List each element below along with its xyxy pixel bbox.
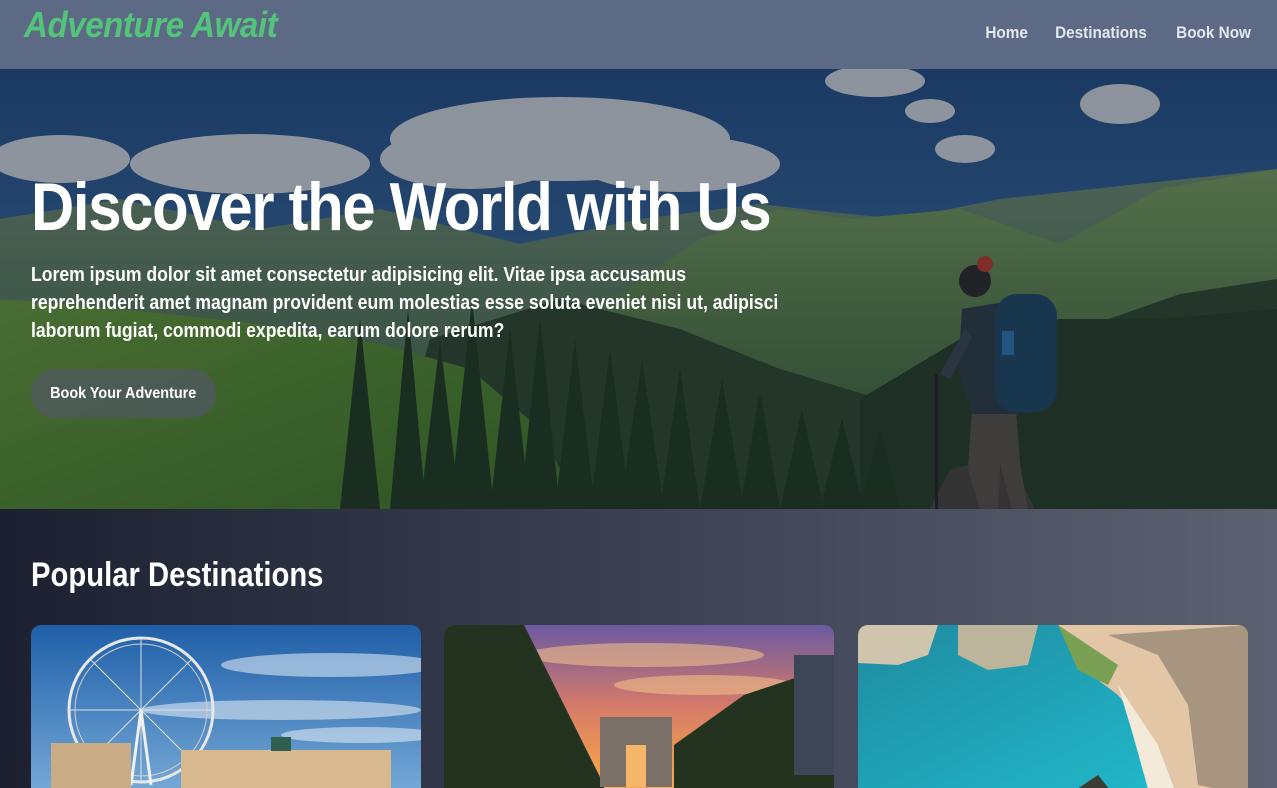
nav-destinations-link[interactable]: Destinations bbox=[1055, 23, 1147, 43]
tropical-beach-image bbox=[858, 625, 1248, 788]
book-adventure-button-label: Book Your Adventure bbox=[50, 384, 197, 402]
destination-card-london[interactable] bbox=[31, 625, 421, 788]
book-adventure-button[interactable]: Book Your Adventure bbox=[31, 369, 216, 418]
destination-card-beach[interactable] bbox=[858, 625, 1248, 788]
hero-section: Discover the World with Us Lorem ipsum d… bbox=[0, 69, 1277, 509]
popular-destinations-section: Popular Destinations bbox=[0, 509, 1277, 788]
logo[interactable]: Adventure Await bbox=[24, 4, 278, 46]
arc-de-triomphe-image bbox=[444, 625, 834, 788]
section-title: Popular Destinations bbox=[31, 556, 324, 594]
london-eye-image bbox=[31, 625, 421, 788]
site-header: Adventure Await Home Destinations Book N… bbox=[0, 0, 1277, 69]
hero-content: Discover the World with Us Lorem ipsum d… bbox=[31, 169, 811, 418]
destination-card-paris[interactable] bbox=[444, 625, 834, 788]
hero-description: Lorem ipsum dolor sit amet consectetur a… bbox=[31, 264, 779, 342]
hero-title: Discover the World with Us bbox=[31, 169, 772, 245]
main-nav: Home Destinations Book Now bbox=[983, 23, 1255, 43]
nav-home-link[interactable]: Home bbox=[985, 23, 1028, 43]
nav-book-now-link[interactable]: Book Now bbox=[1176, 23, 1251, 43]
